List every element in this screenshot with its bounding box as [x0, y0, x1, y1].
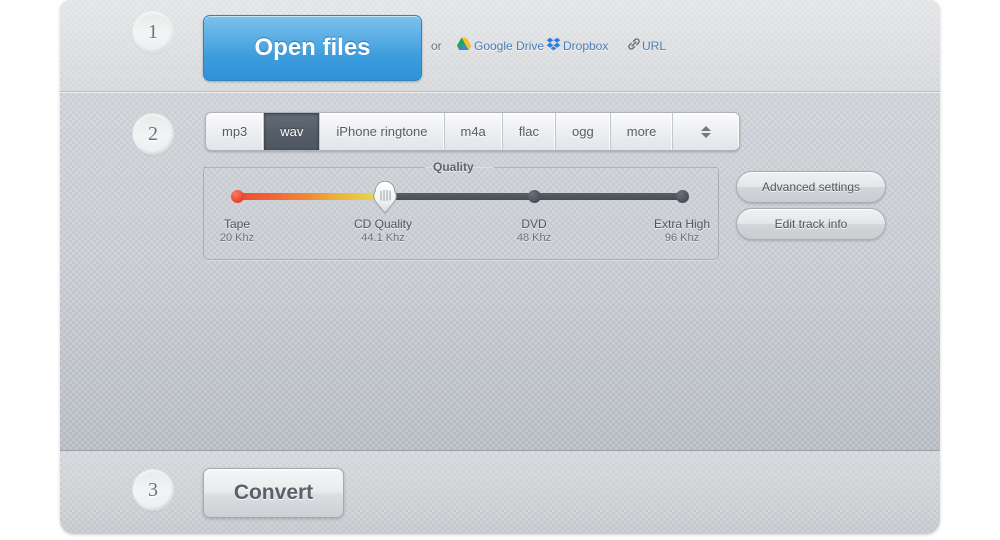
converter-panel: 1 Open files or Google Drive Dropbox URL [60, 0, 940, 534]
quality-stop-dot-tape[interactable] [231, 190, 244, 203]
format-tab-wav[interactable]: wav [264, 113, 321, 150]
quality-stop-dot-dvd[interactable] [528, 190, 541, 203]
google-drive-link[interactable]: Google Drive [474, 39, 544, 53]
format-tab-flac-label: flac [518, 124, 540, 139]
google-drive-icon [457, 37, 471, 50]
quality-label-dvd: DVD [521, 217, 547, 231]
format-tab-iphone-ringtone[interactable]: iPhone ringtone [320, 113, 445, 150]
quality-slider-handle[interactable] [373, 181, 397, 214]
format-tab-mp3[interactable]: mp3 [206, 113, 265, 150]
format-tab-ogg[interactable]: ogg [556, 113, 611, 150]
format-stepper-button[interactable] [673, 113, 739, 150]
convert-button-label: Convert [233, 481, 314, 504]
format-tab-more-label: more [626, 124, 657, 139]
quality-label-extra-high: Extra High [653, 217, 711, 231]
up-down-arrows-icon [701, 125, 712, 138]
step-number-1: 1 [133, 12, 173, 52]
format-tab-flac[interactable]: flac [503, 113, 557, 150]
open-files-label: Open files [254, 34, 371, 61]
convert-button[interactable]: Convert [203, 468, 344, 518]
edit-track-info-label: Edit track info [774, 217, 848, 231]
format-tab-m4a-label: m4a [460, 124, 486, 139]
step-number-2-label: 2 [148, 122, 158, 145]
format-tab-iphone-ringtone-label: iPhone ringtone [336, 124, 428, 139]
format-tab-bar: mp3 wav iPhone ringtone m4a flac ogg mor… [205, 112, 741, 151]
edit-track-info-button[interactable]: Edit track info [736, 208, 886, 240]
quality-label-tape: Tape [223, 217, 251, 231]
step-number-2: 2 [133, 114, 173, 154]
quality-panel-border-left [203, 167, 425, 168]
quality-rate-extra-high: 96 Khz [664, 232, 700, 244]
quality-rate-cd-quality: 44.1 Khz [361, 232, 405, 244]
format-tab-ogg-label: ogg [572, 124, 594, 139]
quality-label-cd-quality: CD Quality [353, 217, 412, 231]
quality-rate-tape: 20 Khz [219, 232, 255, 244]
advanced-settings-button[interactable]: Advanced settings [736, 171, 886, 203]
step-number-3-label: 3 [148, 478, 158, 501]
dropbox-link[interactable]: Dropbox [563, 39, 608, 53]
quality-rate-dvd: 48 Khz [516, 232, 552, 244]
format-tab-m4a[interactable]: m4a [445, 113, 503, 150]
format-tab-more[interactable]: more [611, 113, 674, 150]
or-separator-label: or [431, 39, 442, 53]
step-number-3: 3 [133, 470, 173, 510]
quality-panel-border-right [494, 167, 717, 168]
dropbox-icon [546, 37, 561, 51]
step-3-section [60, 452, 940, 534]
quality-legend-label: Quality [433, 160, 474, 174]
quality-panel [203, 167, 719, 260]
step-number-1-label: 1 [148, 20, 158, 43]
open-files-button[interactable]: Open files [203, 15, 422, 81]
format-tab-wav-label: wav [280, 124, 304, 139]
quality-slider-fill [237, 193, 385, 200]
format-tab-mp3-label: mp3 [222, 124, 248, 139]
quality-stop-dot-extra-high[interactable] [676, 190, 689, 203]
advanced-settings-label: Advanced settings [761, 180, 861, 194]
link-icon [628, 38, 640, 50]
texture-overlay-3 [60, 452, 940, 534]
url-link[interactable]: URL [642, 39, 666, 53]
